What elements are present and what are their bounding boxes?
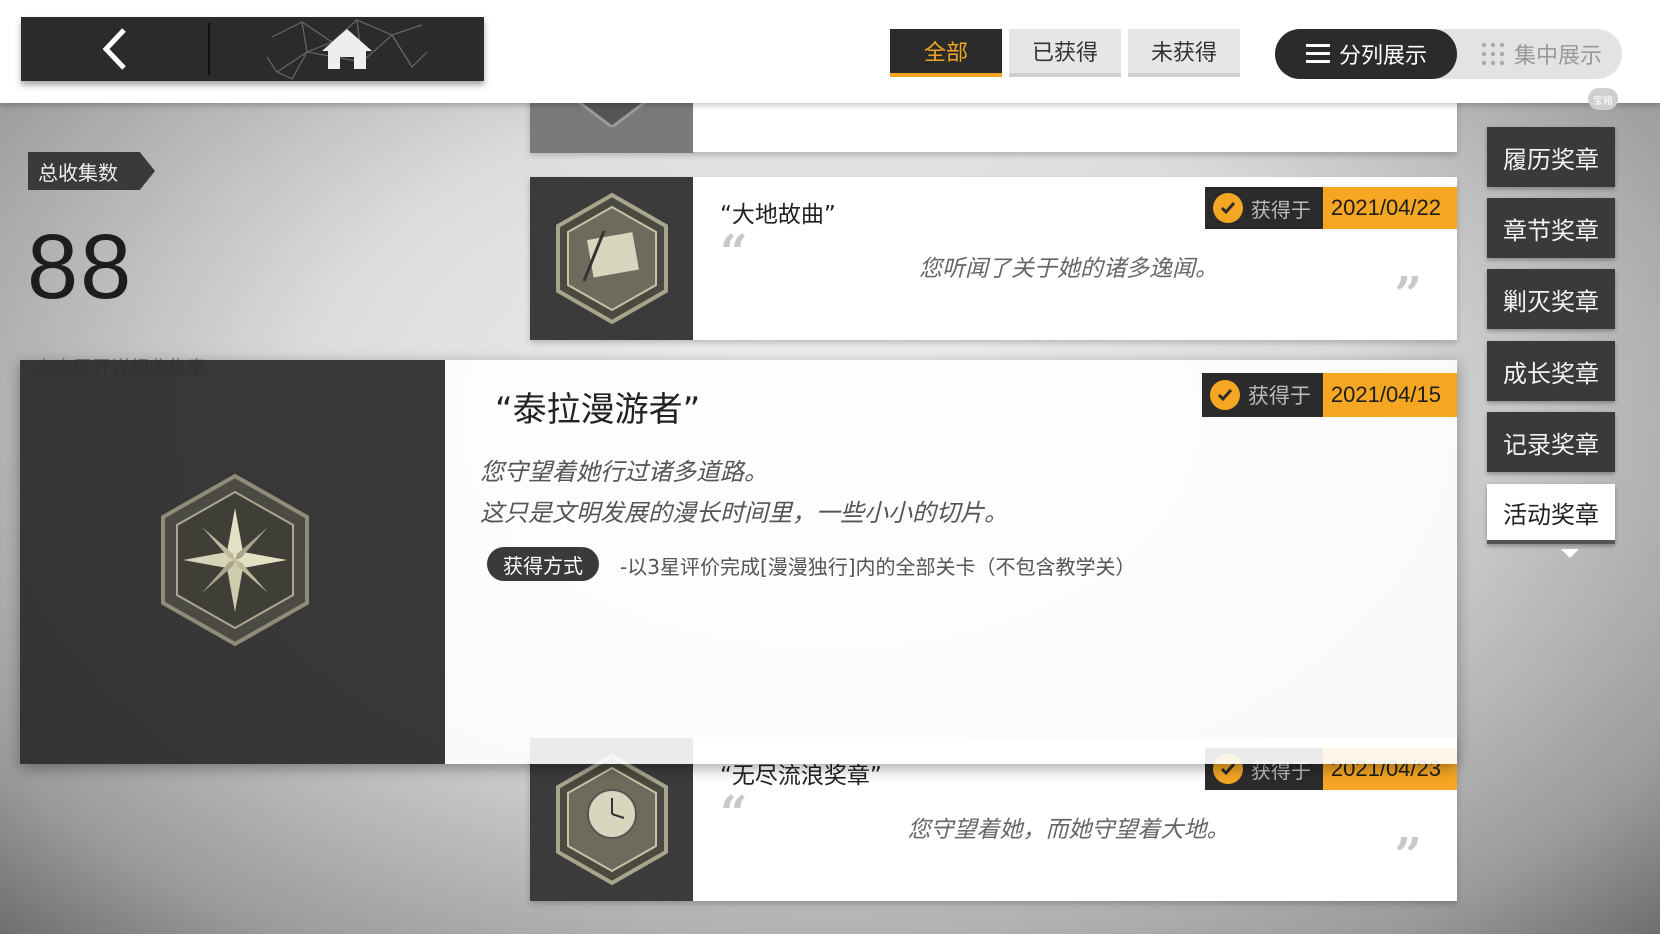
total-collection-label: 总收集数 bbox=[28, 152, 155, 190]
grid-icon bbox=[1481, 42, 1505, 66]
popup-obtained-label: 获得于 bbox=[1201, 373, 1323, 417]
acquire-method-tag: 获得方式 bbox=[487, 547, 599, 581]
view-toggle: 分列展示 集中展示 bbox=[1275, 29, 1622, 79]
popup-medal-panel bbox=[20, 360, 445, 764]
filter-tab-not-obtained[interactable]: 未获得 bbox=[1128, 29, 1240, 77]
compass-star-medal-icon bbox=[161, 473, 309, 647]
popup-description-line-2: 这只是文明发展的漫长时间里，一些小小的切片。 bbox=[480, 499, 1008, 527]
home-icon bbox=[266, 19, 428, 80]
obtained-label: 获得于 bbox=[1204, 187, 1323, 229]
acquire-method-text: -以3星评价完成[漫漫独行]内的全部关卡（不包含教学关） bbox=[620, 555, 1136, 579]
sidebar-item-resume-medals[interactable]: 履历奖章 bbox=[1487, 127, 1615, 187]
popup-info-panel: “泰拉漫游者” 获得于 2021/04/15 您守望着她行过诸多道路。 这只是文… bbox=[445, 360, 1457, 764]
popup-description-line-1: 您守望着她行过诸多道路。 bbox=[480, 458, 768, 486]
medal-detail-popup[interactable]: “泰拉漫游者” 获得于 2021/04/15 您守望着她行过诸多道路。 这只是文… bbox=[20, 360, 1457, 764]
filter-tab-all[interactable]: 全部 bbox=[890, 29, 1002, 77]
filter-tab-obtained[interactable]: 已获得 bbox=[1009, 29, 1121, 77]
top-bar: 全部 已获得 未获得 分列展示 集中展示 bbox=[0, 0, 1660, 103]
medal-title: “大地故曲” bbox=[720, 202, 836, 228]
home-button[interactable] bbox=[210, 17, 484, 81]
grid-view-button[interactable]: 集中展示 bbox=[1460, 29, 1622, 79]
popup-obtained-badge: 获得于 2021/04/15 bbox=[1201, 373, 1457, 417]
check-icon bbox=[1212, 193, 1243, 223]
sidebar-item-chapter-medals[interactable]: 章节奖章 bbox=[1487, 198, 1615, 258]
obtained-date: 2021/04/22 bbox=[1322, 187, 1457, 229]
list-view-label: 分列展示 bbox=[1338, 44, 1427, 69]
sidebar-item-record-medals[interactable]: 记录奖章 bbox=[1487, 412, 1615, 472]
corner-badge[interactable]: 宝箱 bbox=[1588, 88, 1618, 110]
medal-description: 您守望着她，而她守望着大地。 bbox=[907, 817, 1230, 843]
popup-medal-title: “泰拉漫游者” bbox=[495, 390, 701, 430]
popup-obtained-date: 2021/04/15 bbox=[1322, 373, 1457, 417]
list-view-button[interactable]: 分列展示 bbox=[1275, 29, 1457, 79]
medal-clock-icon bbox=[555, 753, 668, 886]
medal-scroll-icon bbox=[555, 192, 668, 325]
quote-close-icon: ” bbox=[1394, 828, 1422, 884]
obtained-badge: 获得于 2021/04/22 bbox=[1204, 187, 1457, 229]
back-arrow-icon bbox=[102, 28, 126, 70]
grid-view-label: 集中展示 bbox=[1513, 44, 1602, 69]
quote-close-icon: ” bbox=[1394, 267, 1422, 323]
check-icon bbox=[1209, 380, 1240, 410]
list-icon bbox=[1305, 44, 1330, 63]
medal-description: 您听闻了关于她的诸多逸闻。 bbox=[919, 256, 1218, 282]
sidebar-caret-icon bbox=[1561, 549, 1579, 558]
total-collection-count: 88 bbox=[27, 216, 134, 318]
obtained-label-text: 获得于 bbox=[1250, 197, 1311, 222]
sidebar-item-growth-medals[interactable]: 成长奖章 bbox=[1487, 341, 1615, 401]
nav-box bbox=[21, 17, 484, 81]
sidebar-item-event-medals[interactable]: 活动奖章 bbox=[1487, 484, 1615, 544]
popup-obtained-label-text: 获得于 bbox=[1247, 384, 1311, 408]
medal-card[interactable]: “大地故曲” “ 您听闻了关于她的诸多逸闻。 ” 获得于 2021/04/22 bbox=[530, 177, 1457, 340]
sidebar-item-annihilation-medals[interactable]: 剿灭奖章 bbox=[1487, 269, 1615, 329]
medal-thumb bbox=[530, 177, 693, 340]
back-button[interactable] bbox=[21, 17, 208, 81]
